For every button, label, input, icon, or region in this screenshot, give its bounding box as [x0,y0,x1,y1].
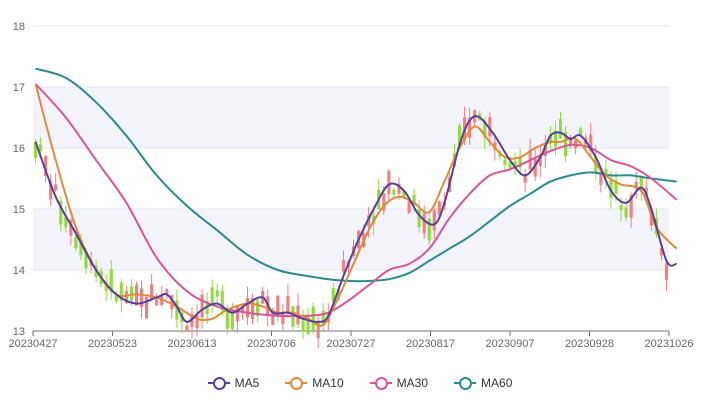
legend-label: MA10 [312,376,344,390]
y-tick-label: 15 [13,204,25,216]
chart-legend: MA5 MA10 MA30 MA60 [0,376,720,390]
x-tick-label: 20230817 [406,338,455,350]
candlestick-chart: 13 14 15 16 17 18 20230427 20230523 20230613 2023… [9,21,694,350]
chart-root: 13 14 15 16 17 18 20230427 20230523 20230613 2023… [0,0,720,405]
legend-label: MA5 [234,376,260,390]
x-tick-label: 20230427 [9,338,58,350]
x-tick-label: 20230928 [565,338,614,350]
candle-body [74,236,78,249]
x-tick-label: 20230727 [327,338,376,350]
x-tick-label: 20230523 [88,338,137,350]
y-tick-label: 17 [13,82,25,94]
candle-body [155,299,159,306]
candle-body [215,290,219,297]
legend-item-ma30[interactable]: MA30 [369,376,429,390]
y-tick-label: 18 [13,21,25,33]
x-tick-label: 20230706 [247,338,296,350]
candle-body [235,306,239,322]
candle-body [503,159,507,165]
candle-body [341,260,345,272]
candle-body [281,312,285,325]
legend-label: MA60 [481,376,513,390]
candle-body [129,286,133,301]
candle-body [407,201,411,213]
legend-label: MA30 [396,376,429,390]
candle-body [624,207,628,218]
grid-band [33,148,669,209]
candle-body [664,263,669,280]
legend-circle-icon [285,377,308,390]
y-tick-label: 16 [13,143,25,155]
candle-body [558,119,563,139]
candle-body [523,175,527,183]
candle-body [230,311,234,329]
candle-body [286,295,290,314]
candle-body [200,294,204,318]
x-tick-label: 20230907 [486,338,535,350]
candle-body [195,315,199,329]
candle-body [619,204,623,210]
candle-body [392,189,396,195]
x-tick-label: 20231026 [645,338,694,350]
candle-body [210,287,214,303]
candle-body [54,184,58,191]
candle-body [422,213,426,234]
candle-body [301,320,305,332]
legend-item-ma5[interactable]: MA5 [207,376,260,390]
legend-item-ma60[interactable]: MA60 [454,376,512,390]
candle-body [139,288,144,308]
grid-band [33,26,669,87]
candle-body [432,210,436,231]
candle-body [225,309,229,329]
candle-body [311,306,315,331]
candle-body [185,325,189,332]
grid-band [33,209,669,270]
legend-circle-icon [369,377,392,390]
grid-band [33,270,669,331]
x-tick-label: 20230613 [168,338,217,350]
y-tick-label: 14 [13,265,25,277]
legend-circle-icon [207,377,230,390]
y-tick-label: 13 [13,326,25,338]
candle-body [427,218,431,241]
legend-item-ma10[interactable]: MA10 [285,376,344,390]
candle-body [245,298,250,318]
candle-body [39,144,43,151]
legend-circle-icon [454,377,477,390]
candle-body [417,209,421,228]
candle-body [387,170,391,195]
